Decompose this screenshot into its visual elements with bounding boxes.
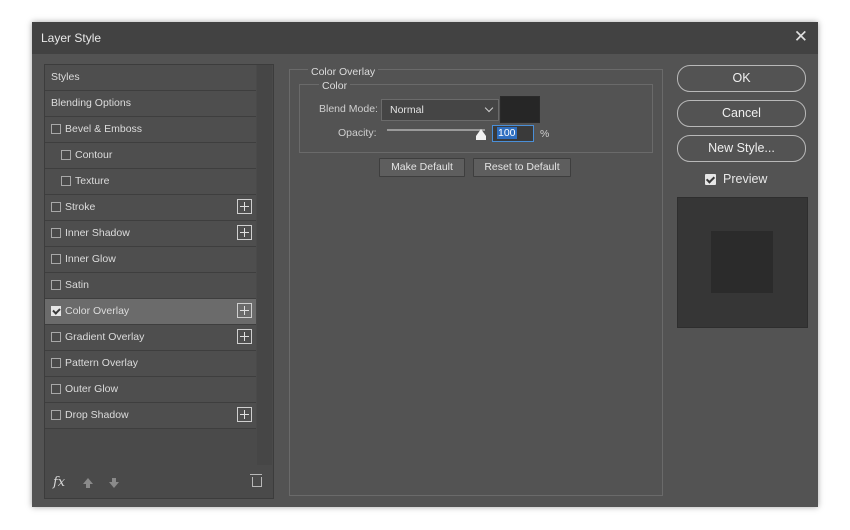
style-item-stroke[interactable]: Stroke bbox=[45, 195, 256, 221]
make-default-button[interactable]: Make Default bbox=[379, 158, 465, 177]
opacity-unit: % bbox=[540, 128, 550, 140]
style-checkbox[interactable] bbox=[51, 254, 61, 264]
style-checkbox[interactable] bbox=[51, 228, 61, 238]
style-item-label: Gradient Overlay bbox=[65, 331, 145, 343]
style-checkbox[interactable] bbox=[51, 280, 61, 290]
style-item-label: Styles bbox=[51, 71, 80, 83]
styles-footer: fx bbox=[45, 468, 273, 498]
style-item-label: Drop Shadow bbox=[65, 409, 129, 421]
chevron-down-icon bbox=[484, 103, 494, 113]
style-item-contour[interactable]: Contour bbox=[45, 143, 256, 169]
reset-to-default-button[interactable]: Reset to Default bbox=[473, 158, 571, 177]
style-checkbox[interactable] bbox=[51, 410, 61, 420]
overlay-color-swatch[interactable] bbox=[500, 96, 540, 123]
style-item-gradient-overlay[interactable]: Gradient Overlay bbox=[45, 325, 256, 351]
style-item-styles[interactable]: Styles bbox=[45, 65, 256, 91]
style-checkbox[interactable] bbox=[51, 358, 61, 368]
blend-mode-label: Blend Mode: bbox=[319, 103, 378, 115]
style-item-color-overlay[interactable]: Color Overlay bbox=[45, 299, 256, 325]
color-subgroup: Color Blend Mode: Normal Opacity: 100 % bbox=[299, 80, 653, 153]
style-item-outer-glow[interactable]: Outer Glow bbox=[45, 377, 256, 403]
style-checkbox[interactable] bbox=[51, 332, 61, 342]
group-title: Color Overlay bbox=[308, 66, 379, 78]
style-item-label: Inner Shadow bbox=[65, 227, 130, 239]
style-item-label: Blending Options bbox=[51, 97, 131, 109]
opacity-label: Opacity: bbox=[338, 127, 377, 139]
style-checkbox[interactable] bbox=[51, 384, 61, 394]
layer-style-dialog: Layer Style ✕ Styles Blending Options Beve… bbox=[32, 22, 818, 507]
style-item-label: Satin bbox=[65, 279, 89, 291]
trash-icon[interactable] bbox=[250, 474, 262, 487]
style-item-label: Texture bbox=[75, 175, 110, 187]
style-item-inner-shadow[interactable]: Inner Shadow bbox=[45, 221, 256, 247]
style-item-label: Inner Glow bbox=[65, 253, 116, 265]
blend-mode-value: Normal bbox=[390, 104, 424, 116]
style-item-drop-shadow[interactable]: Drop Shadow bbox=[45, 403, 256, 429]
style-item-texture[interactable]: Texture bbox=[45, 169, 256, 195]
new-style-button[interactable]: New Style... bbox=[677, 135, 806, 162]
styles-scrollbar[interactable] bbox=[257, 65, 272, 465]
opacity-value: 100 bbox=[497, 127, 517, 139]
add-style-icon[interactable] bbox=[237, 225, 252, 240]
move-down-icon[interactable] bbox=[109, 478, 119, 488]
style-item-inner-glow[interactable]: Inner Glow bbox=[45, 247, 256, 273]
style-checkbox[interactable] bbox=[51, 306, 61, 316]
add-style-icon[interactable] bbox=[237, 303, 252, 318]
styles-list: Styles Blending Options Bevel & Emboss Cont… bbox=[45, 65, 256, 429]
styles-panel: Styles Blending Options Bevel & Emboss Cont… bbox=[44, 64, 274, 499]
add-style-icon[interactable] bbox=[237, 407, 252, 422]
style-item-label: Pattern Overlay bbox=[65, 357, 138, 369]
style-checkbox[interactable] bbox=[51, 202, 61, 212]
move-up-icon[interactable] bbox=[83, 478, 93, 488]
style-item-pattern-overlay[interactable]: Pattern Overlay bbox=[45, 351, 256, 377]
close-icon[interactable]: ✕ bbox=[794, 28, 808, 46]
opacity-input[interactable]: 100 bbox=[492, 125, 534, 142]
style-item-label: Contour bbox=[75, 149, 113, 161]
blend-mode-select[interactable]: Normal bbox=[381, 99, 499, 121]
style-checkbox[interactable] bbox=[61, 150, 71, 160]
dialog-title: Layer Style bbox=[41, 31, 102, 45]
style-checkbox[interactable] bbox=[61, 176, 71, 186]
style-item-label: Stroke bbox=[65, 201, 96, 213]
style-item-blending-options[interactable]: Blending Options bbox=[45, 91, 256, 117]
style-item-label: Outer Glow bbox=[65, 383, 119, 395]
style-item-bevel-emboss[interactable]: Bevel & Emboss bbox=[45, 117, 256, 143]
style-item-label: Bevel & Emboss bbox=[65, 123, 143, 135]
style-item-label: Color Overlay bbox=[65, 305, 130, 317]
preview-shape bbox=[711, 231, 773, 293]
add-style-icon[interactable] bbox=[237, 199, 252, 214]
opacity-slider-thumb[interactable] bbox=[476, 129, 486, 140]
style-item-satin[interactable]: Satin bbox=[45, 273, 256, 299]
opacity-slider-track[interactable] bbox=[387, 129, 485, 131]
title-bar: Layer Style ✕ bbox=[32, 22, 818, 54]
add-style-icon[interactable] bbox=[237, 329, 252, 344]
subgroup-title: Color bbox=[319, 80, 351, 92]
fx-button[interactable]: fx bbox=[53, 475, 65, 490]
preview-thumbnail bbox=[677, 197, 808, 328]
preview-label[interactable]: Preview bbox=[723, 172, 767, 186]
style-checkbox[interactable] bbox=[51, 124, 61, 134]
color-overlay-group: Color Overlay Color Blend Mode: Normal O… bbox=[289, 66, 663, 496]
cancel-button[interactable]: Cancel bbox=[677, 100, 806, 127]
preview-checkbox[interactable] bbox=[705, 174, 716, 185]
ok-button[interactable]: OK bbox=[677, 65, 806, 92]
